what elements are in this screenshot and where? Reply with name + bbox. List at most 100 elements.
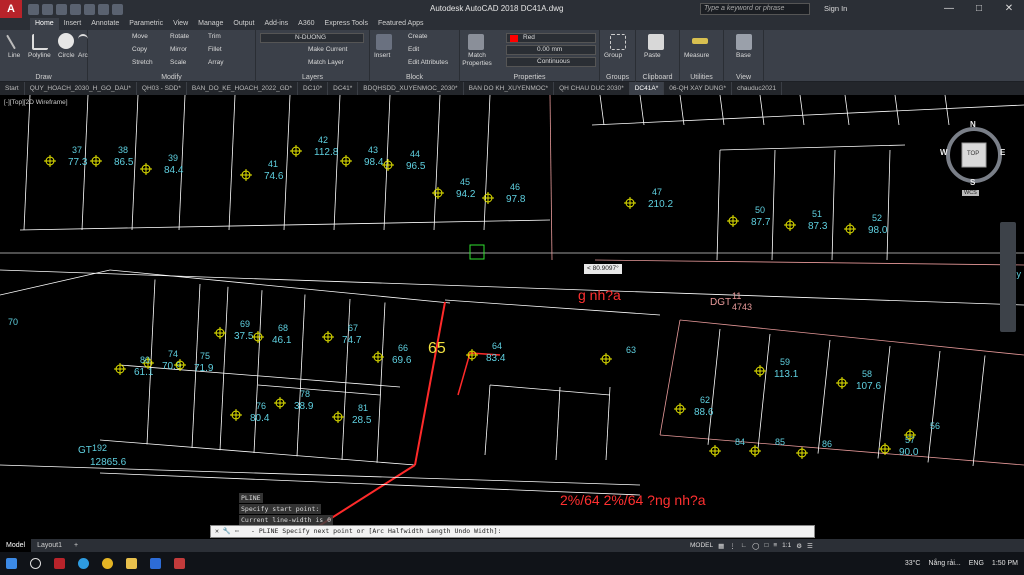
edit-attributes-button[interactable]: Edit Attributes <box>408 59 448 66</box>
array-button[interactable]: Array <box>208 59 224 66</box>
base-icon[interactable] <box>736 34 752 50</box>
snap-icon[interactable]: ⋮ <box>729 542 736 550</box>
search-icon[interactable] <box>24 553 46 575</box>
tab-manage[interactable]: Manage <box>193 18 228 30</box>
sign-in-button[interactable]: Sign In <box>824 4 847 13</box>
tab-output[interactable]: Output <box>228 18 259 30</box>
create-button[interactable]: Create <box>408 33 428 40</box>
customize-icon[interactable]: ☰ <box>807 542 813 550</box>
doc-tab[interactable]: QH03 - SDD* <box>137 82 187 95</box>
compass-north[interactable]: N <box>970 120 976 129</box>
paste-button[interactable]: Paste <box>644 52 661 59</box>
tab-home[interactable]: Home <box>30 18 59 30</box>
measure-button[interactable]: Measure <box>684 52 709 59</box>
add-layout-icon[interactable]: + <box>68 539 84 552</box>
color-dropdown[interactable]: Red <box>506 33 596 43</box>
new-icon[interactable] <box>28 3 39 15</box>
navigation-bar[interactable] <box>1000 222 1016 332</box>
doc-tab[interactable]: DC41A* <box>629 82 665 95</box>
compass-south[interactable]: S <box>970 178 975 187</box>
tab-add-ins[interactable]: Add-ins <box>259 18 293 30</box>
drawing-canvas[interactable]: 37 77.3 38 86.5 39 84.4 41 74.6 42 112.8 43 98.4 44 9… <box>0 95 1024 538</box>
mirror-button[interactable]: Mirror <box>170 46 187 53</box>
print-icon[interactable] <box>84 3 95 15</box>
doc-tab[interactable]: chauduc2021 <box>732 82 783 95</box>
edit-button[interactable]: Edit <box>408 46 419 53</box>
doc-tab[interactable]: DC10* <box>298 82 329 95</box>
drawing-viewport[interactable]: 37 77.3 38 86.5 39 84.4 41 74.6 42 112.8 43 98.4 44 9… <box>0 95 1024 538</box>
polyline-button[interactable]: Polyline <box>28 52 51 59</box>
stretch-button[interactable]: Stretch <box>132 59 153 66</box>
copy-button[interactable]: Copy <box>132 46 147 53</box>
maximize-icon[interactable]: □ <box>964 0 994 18</box>
doc-tab[interactable]: BDQHSDD_XUYENMOC_2030* <box>358 82 464 95</box>
doc-tab[interactable]: 06-QH XAY DUNG* <box>664 82 733 95</box>
autocad-logo-icon[interactable]: A <box>0 0 22 18</box>
match-layer-button[interactable]: Match Layer <box>308 59 344 66</box>
weather-temp[interactable]: 33°C <box>905 560 921 567</box>
redo-icon[interactable] <box>112 3 123 15</box>
circle-button[interactable]: Circle <box>58 52 75 59</box>
compass-east[interactable]: E <box>1000 148 1005 157</box>
trim-button[interactable]: Trim <box>208 33 221 40</box>
open-icon[interactable] <box>42 3 53 15</box>
tab-a360[interactable]: A360 <box>293 18 319 30</box>
close-icon[interactable]: ✕ <box>994 0 1024 18</box>
circle-icon[interactable] <box>58 33 74 49</box>
arc-button[interactable]: Arc <box>78 52 88 59</box>
grid-icon[interactable]: ▦ <box>718 542 724 550</box>
tab-express-tools[interactable]: Express Tools <box>320 18 373 30</box>
base-button[interactable]: Base <box>736 52 751 59</box>
doc-tab[interactable]: DC41* <box>328 82 359 95</box>
doc-tab[interactable]: BAN_DO_KE_HOACH_2022_GD* <box>187 82 298 95</box>
model-space-button[interactable]: MODEL <box>690 542 713 549</box>
line-icon[interactable] <box>6 34 16 50</box>
viewcube-top-face[interactable]: TOP <box>967 151 979 157</box>
tab-featured-apps[interactable]: Featured Apps <box>373 18 429 30</box>
fillet-button[interactable]: Fillet <box>208 46 222 53</box>
tab-annotate[interactable]: Annotate <box>86 18 124 30</box>
edge-icon[interactable] <box>72 553 94 575</box>
paste-icon[interactable] <box>648 34 664 50</box>
scale-button[interactable]: Scale <box>170 59 186 66</box>
insert-button[interactable]: Insert <box>374 52 390 59</box>
language-indicator[interactable]: ENG <box>969 560 984 567</box>
viewcube[interactable]: N S E W TOP WCS <box>938 120 1010 200</box>
osnap-icon[interactable]: □ <box>764 542 768 549</box>
save-icon[interactable] <box>56 3 67 15</box>
tab-layout1[interactable]: Layout1 <box>31 539 68 552</box>
lineweight-icon[interactable]: ≡ <box>773 542 777 549</box>
app-icon[interactable] <box>168 553 190 575</box>
tab-insert[interactable]: Insert <box>59 18 87 30</box>
tab-view[interactable]: View <box>168 18 193 30</box>
ortho-icon[interactable]: ∟ <box>741 542 747 549</box>
doc-tab[interactable]: QUY_HOACH_2030_H_GO_DAU* <box>25 82 137 95</box>
viewport-controls[interactable]: [-][Top][2D Wireframe] <box>4 99 68 106</box>
match-properties-icon[interactable] <box>468 34 484 50</box>
linetype-dropdown[interactable]: Continuous <box>506 57 596 67</box>
group-icon[interactable] <box>610 34 626 50</box>
match-properties-button[interactable]: Match Properties <box>461 52 493 68</box>
line-button[interactable]: Line <box>8 52 20 59</box>
doc-tab[interactable]: QH CHAU DUC 2030* <box>554 82 630 95</box>
polyline-icon[interactable] <box>32 34 48 50</box>
make-current-button[interactable]: Make Current <box>308 46 347 53</box>
autocad-taskbar-icon[interactable] <box>48 553 70 575</box>
minimize-icon[interactable]: — <box>934 0 964 18</box>
insert-icon[interactable] <box>376 34 392 50</box>
lineweight-dropdown[interactable]: 0.00 mm <box>506 45 596 55</box>
arc-icon[interactable] <box>78 34 88 50</box>
annotation-scale[interactable]: 1:1 <box>782 542 791 549</box>
saveas-icon[interactable] <box>70 3 81 15</box>
search-input[interactable]: Type a keyword or phrase <box>700 3 810 15</box>
command-line-input[interactable]: ✕ 🔧 ⋯ - PLINE Specify next point or [Arc… <box>210 525 815 538</box>
move-button[interactable]: Move <box>132 33 148 40</box>
compass-west[interactable]: W <box>940 148 948 157</box>
settings-icon[interactable]: ⚙ <box>796 542 802 550</box>
measure-icon[interactable] <box>692 38 708 44</box>
folder-icon[interactable] <box>120 553 142 575</box>
tab-model[interactable]: Model <box>0 539 32 552</box>
chrome-icon[interactable] <box>96 553 118 575</box>
layer-dropdown[interactable]: N-DUONG <box>260 33 364 43</box>
app-icon[interactable] <box>144 553 166 575</box>
